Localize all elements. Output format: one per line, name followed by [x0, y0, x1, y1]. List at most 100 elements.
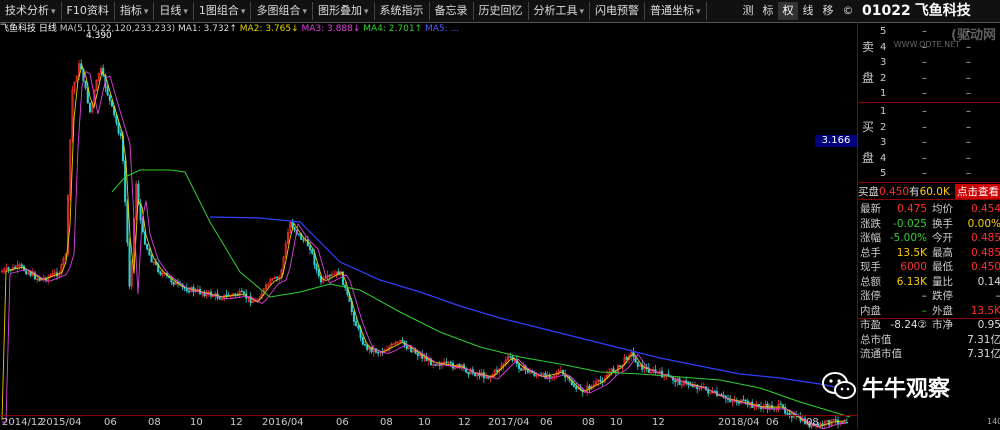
quote-label: 总市值 — [860, 333, 892, 346]
candle-body — [128, 242, 131, 287]
candle-body — [315, 264, 318, 270]
candle-body — [84, 80, 87, 88]
toolbar-button-label: 图形叠加 — [317, 4, 362, 17]
candle-body — [108, 94, 111, 101]
toolbar-button-3[interactable]: 日线 ▾ — [154, 2, 194, 20]
quote-label: 总额 — [860, 275, 881, 288]
quote-row: 现手 6000 最低 0.450 — [858, 260, 1000, 275]
divider — [858, 199, 1000, 200]
buy-row: 3 – – — [858, 137, 1000, 151]
candle-body — [20, 264, 23, 267]
view-details-button[interactable]: 点击查看 — [955, 184, 1000, 199]
quote-value: 7.31亿 — [967, 348, 1000, 360]
ma5-line — [209, 216, 851, 391]
quote-value: 0.00% — [967, 217, 1000, 230]
view-buttons: 测标权线移 © — [738, 2, 858, 20]
bid-summary: 买盘0.450有60.0K 点击查看 — [858, 184, 1000, 199]
buy-volume: – — [966, 121, 971, 133]
quote-label: 外盘 — [932, 304, 953, 317]
toolbar-button-11[interactable]: 闪电预警 — [590, 2, 646, 20]
candle-body — [744, 399, 747, 402]
view-button-2[interactable]: 权 — [778, 2, 798, 20]
candle-body — [487, 376, 490, 379]
level-number: 2 — [880, 72, 887, 84]
candle-body — [7, 267, 10, 270]
toolbar-button-2[interactable]: 指标 ▾ — [115, 2, 155, 20]
candle-body — [124, 160, 127, 203]
sell-price: – — [922, 88, 927, 99]
level-number: 1 — [880, 106, 887, 117]
quote-value: 0.454 — [970, 203, 1000, 215]
level-number: 4 — [880, 41, 887, 53]
candle-body — [225, 294, 228, 296]
candle-body — [352, 311, 356, 322]
buy-price: – — [922, 168, 927, 179]
candle-body — [438, 364, 441, 367]
candle-body — [88, 102, 92, 113]
quote-label: 涨停 — [860, 290, 881, 302]
candle-body — [779, 403, 782, 406]
date-axis: 2014/12 2015/04 06 08 10 12 2016/04 06 08 10 12 201… — [0, 415, 857, 430]
quote-label: 内盘 — [860, 304, 881, 317]
toolbar-button-1[interactable]: F10资料 — [62, 2, 115, 20]
view-button-1[interactable]: 标 — [758, 2, 778, 20]
candle-body — [148, 249, 151, 256]
quote-value: 13.5K — [970, 304, 1000, 317]
toolbar-button-0[interactable]: 技术分析 ▾ — [0, 2, 62, 20]
stock-name: 飞鱼科技 — [914, 3, 971, 19]
toolbar-button-12[interactable]: 普通坐标 ▾ — [645, 2, 707, 20]
toolbar-button-8[interactable]: 备忘录 — [430, 2, 474, 20]
sell-volume: – — [966, 41, 971, 53]
candle-body — [737, 402, 741, 404]
sell-price: – — [922, 41, 927, 53]
toolbar-button-4[interactable]: 1图组合 ▾ — [194, 2, 252, 20]
candle-body — [410, 347, 413, 353]
sell-price: – — [922, 72, 927, 84]
toolbar-button-6[interactable]: 图形叠加 ▾ — [313, 2, 375, 20]
quote-label: 最高 — [932, 246, 953, 259]
toolbar-button-7[interactable]: 系统指示 — [375, 2, 430, 20]
buy-price: – — [922, 106, 927, 117]
divider — [858, 182, 1000, 183]
date-label: 08 — [148, 417, 161, 428]
candle-body — [240, 290, 243, 293]
level-number: 1 — [880, 88, 887, 99]
toolbar-button-9[interactable]: 历史回忆 — [474, 2, 529, 20]
view-button-5[interactable]: © — [838, 2, 858, 20]
toolbar-button-label: 1图组合 — [198, 4, 239, 17]
candle-body — [119, 132, 122, 136]
view-button-4[interactable]: 移 — [818, 2, 838, 20]
candle-body — [473, 372, 477, 377]
view-button-3[interactable]: 线 — [798, 2, 818, 20]
view-button-0[interactable]: 测 — [738, 2, 758, 20]
toolbar-button-label: 技术分析 — [5, 4, 49, 17]
chart-canvas: 4.3900.405 — [0, 31, 851, 429]
candle-body — [293, 227, 296, 231]
candle-body — [625, 357, 628, 360]
candle-body — [117, 122, 120, 134]
toolbar-button-10[interactable]: 分析工具 ▾ — [529, 2, 591, 20]
toolbar-button-5[interactable]: 多图组合 ▾ — [251, 2, 313, 20]
bid-label: 买盘 — [858, 186, 879, 198]
brand-watermark: 牛牛观察 — [818, 362, 1000, 412]
quote-row: 总额 6.13K 量比 0.14 — [858, 275, 1000, 290]
buy-row: 2 – – — [858, 122, 1000, 136]
axis-corner-value: 14013 — [987, 417, 1000, 426]
candle-body — [187, 290, 191, 293]
quote-value: 6.13K — [896, 275, 927, 288]
candle-body — [509, 356, 512, 358]
chevron-down-icon: ▾ — [183, 7, 188, 17]
sell-volume: – — [966, 57, 971, 68]
quote-label: 换手 — [932, 217, 953, 230]
candlestick-chart[interactable]: 4.3900.405 — [0, 22, 857, 429]
candle-body — [636, 362, 639, 367]
quote-label: 最新 — [860, 203, 881, 215]
candle-body — [29, 272, 32, 276]
candle-body — [674, 380, 677, 383]
candle-body — [619, 365, 622, 368]
quote-row: 涨幅 -5.00% 今开 0.485 — [858, 231, 1000, 246]
divider — [858, 102, 1000, 103]
candle-body — [357, 325, 360, 329]
quote-value: -0.025 — [893, 217, 927, 230]
candle-body — [599, 379, 602, 382]
